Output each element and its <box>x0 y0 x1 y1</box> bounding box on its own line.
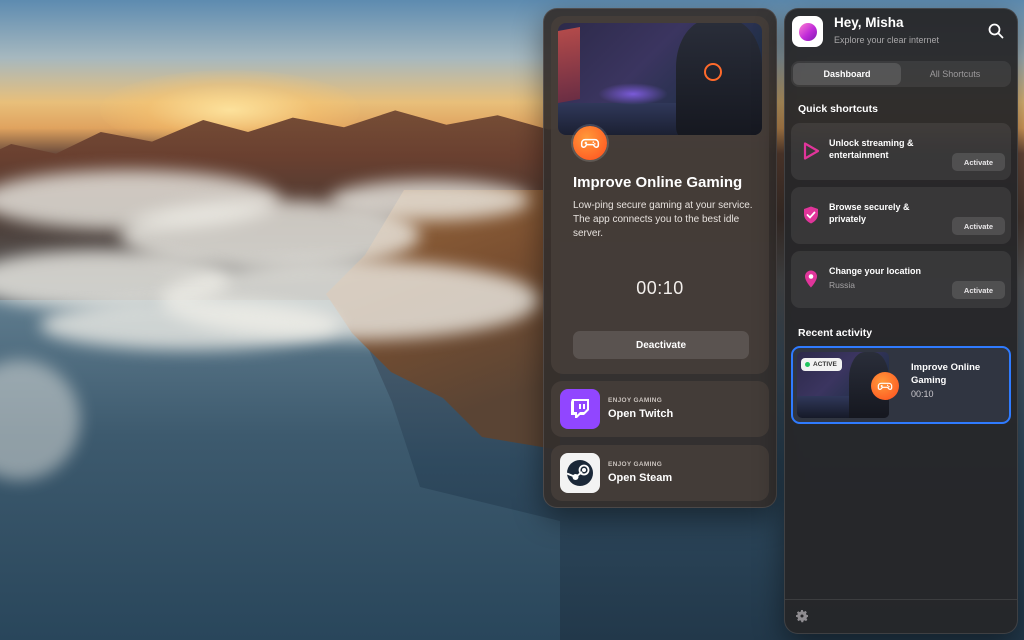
shortcut-change-location[interactable]: Change your location Russia Activate <box>791 251 1011 308</box>
tab-bar: Dashboard All Shortcuts <box>791 61 1011 87</box>
app-kicker: ENJOY GAMING <box>608 461 663 468</box>
recent-activity-item[interactable]: ACTIVE Improve Online Gaming 00:10 <box>791 346 1011 424</box>
recent-activity-heading: Recent activity <box>798 327 873 339</box>
gamepad-icon <box>573 126 607 160</box>
feature-description: Low-ping secure gaming at your service. … <box>573 200 753 239</box>
main-panel: Hey, Misha Explore your clear internet D… <box>784 8 1018 634</box>
steam-icon <box>560 453 600 493</box>
status-text: ACTIVE <box>813 361 837 368</box>
gamepad-icon <box>871 372 899 400</box>
twitch-icon <box>560 389 600 429</box>
open-twitch-card[interactable]: ENJOY GAMING Open Twitch <box>551 381 769 437</box>
app-name: Open Steam <box>608 472 673 484</box>
footer-divider <box>785 599 1017 600</box>
recent-title: Improve Online Gaming <box>911 362 981 386</box>
shortcut-browse-securely[interactable]: Browse securely & privately Activate <box>791 187 1011 244</box>
gamer-silhouette <box>676 23 762 135</box>
shortcut-sublabel: Russia <box>829 280 855 290</box>
feature-panel: Improve Online Gaming Low-ping secure ga… <box>543 8 777 508</box>
shortcut-label: Browse securely & privately <box>829 202 910 224</box>
shortcut-label: Change your location <box>829 266 922 276</box>
tab-all-shortcuts[interactable]: All Shortcuts <box>901 63 1009 85</box>
activate-button[interactable]: Activate <box>952 153 1005 171</box>
activate-button[interactable]: Activate <box>952 217 1005 235</box>
tab-dashboard[interactable]: Dashboard <box>793 63 901 85</box>
keyboard-glow <box>598 83 668 105</box>
cloud-bank <box>330 180 530 220</box>
app-logo <box>792 16 823 47</box>
feature-title: Improve Online Gaming <box>573 174 743 191</box>
app-kicker: ENJOY GAMING <box>608 397 663 404</box>
headset-light <box>704 63 722 81</box>
active-dot-icon <box>805 362 810 367</box>
recent-time: 00:10 <box>911 389 934 399</box>
logo-mark <box>798 22 817 41</box>
play-icon <box>803 142 820 160</box>
gaming-hero-image <box>558 23 762 135</box>
gaming-feature-card: Improve Online Gaming Low-ping secure ga… <box>551 16 769 374</box>
open-steam-card[interactable]: ENJOY GAMING Open Steam <box>551 445 769 501</box>
cloud-bank <box>40 300 340 350</box>
monitor-shape <box>558 27 580 103</box>
greeting-subtitle: Explore your clear internet <box>834 35 940 45</box>
settings-button[interactable] <box>794 608 810 624</box>
location-pin-icon <box>805 270 817 288</box>
shortcut-unlock-streaming[interactable]: Unlock streaming & entertainment Activat… <box>791 123 1011 180</box>
search-icon <box>988 23 1004 39</box>
quick-shortcuts-heading: Quick shortcuts <box>798 103 878 115</box>
search-button[interactable] <box>987 23 1005 41</box>
shield-check-icon <box>804 206 818 224</box>
greeting: Hey, Misha <box>834 15 904 30</box>
status-badge: ACTIVE <box>801 358 842 371</box>
gear-icon <box>796 610 808 623</box>
session-timer: 00:10 <box>636 278 684 298</box>
deactivate-button[interactable]: Deactivate <box>573 331 749 359</box>
app-name: Open Twitch <box>608 408 674 420</box>
shortcut-label: Unlock streaming & entertainment <box>829 138 914 160</box>
activate-button[interactable]: Activate <box>952 281 1005 299</box>
